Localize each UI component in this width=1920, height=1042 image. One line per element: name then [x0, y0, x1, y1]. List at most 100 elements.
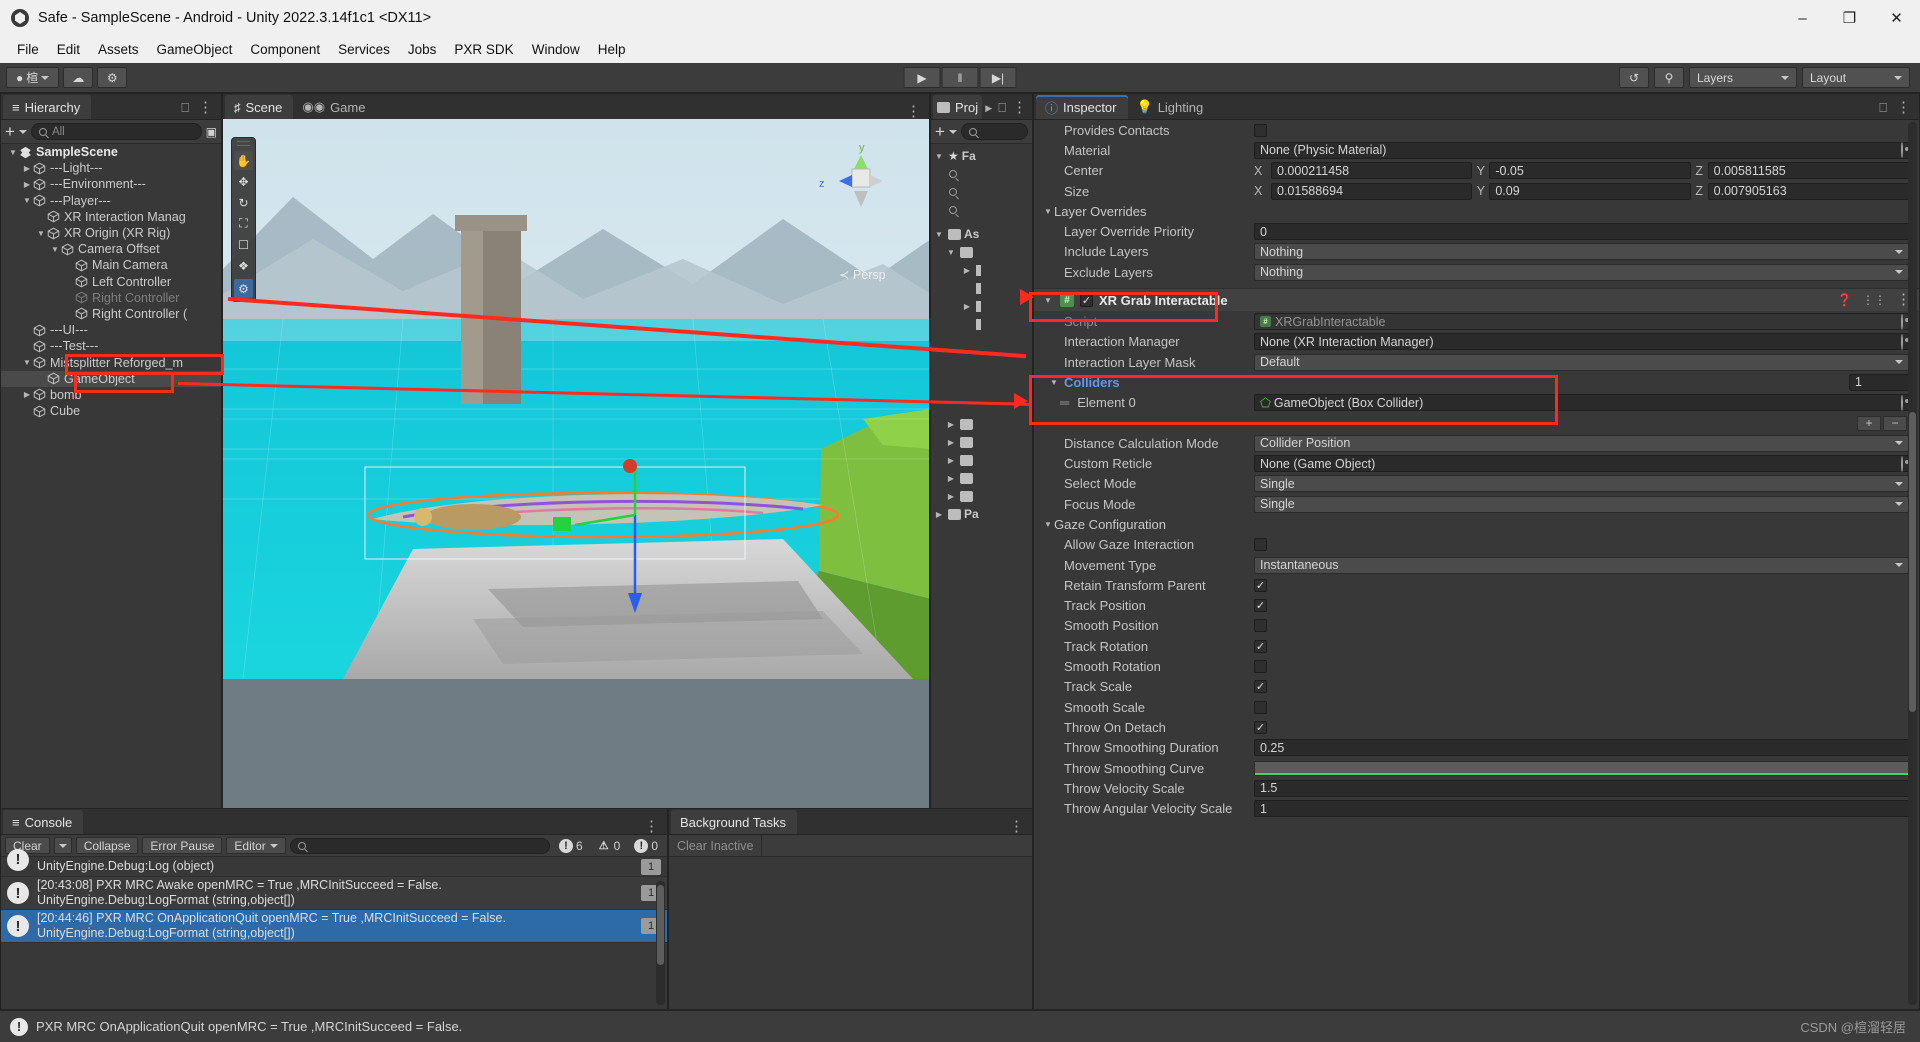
menu-item-file[interactable]: File: [8, 39, 48, 60]
overlay-drag-handle[interactable]: [237, 141, 250, 146]
account-button[interactable]: ● 楦: [6, 67, 60, 88]
layer-overrides-foldout[interactable]: ▼ Layer Overrides: [1034, 201, 1919, 221]
smooth-position-checkbox[interactable]: [1254, 619, 1267, 633]
project-subfolder[interactable]: [931, 315, 1032, 333]
chevron-right-icon[interactable]: ▶: [21, 390, 33, 399]
hierarchy-item-right-controller[interactable]: Right Controller: [1, 290, 221, 306]
layer-override-priority-input[interactable]: 0: [1254, 223, 1909, 241]
property-throw-velocity-scale[interactable]: Throw Velocity Scale 1.5: [1034, 778, 1919, 798]
property-layer-override-priority[interactable]: Layer Override Priority 0: [1034, 221, 1919, 241]
menu-item-window[interactable]: Window: [523, 39, 589, 60]
clear-inactive-button[interactable]: Clear Inactive: [669, 834, 763, 857]
menu-item-jobs[interactable]: Jobs: [399, 39, 446, 60]
info-count[interactable]: ! 0: [629, 838, 663, 853]
maximize-button[interactable]: ❐: [1826, 0, 1873, 36]
hierarchy-item-bomb[interactable]: ▶ bomb: [1, 387, 221, 403]
menu-item-pxr-sdk[interactable]: PXR SDK: [445, 39, 522, 60]
distance-calculation-mode-dropdown[interactable]: Collider Position: [1254, 434, 1909, 452]
retain-transform-parent-checkbox[interactable]: ✓: [1254, 578, 1267, 592]
center-y-input[interactable]: -0.05: [1489, 162, 1691, 180]
project-subfolder[interactable]: ▼: [931, 243, 1032, 261]
scale-tool-icon[interactable]: ⛶: [234, 214, 253, 233]
cloud-button[interactable]: ☁: [63, 67, 94, 88]
project-subfolder[interactable]: ▶: [931, 469, 1032, 487]
interaction-layer-mask-dropdown[interactable]: Default: [1254, 353, 1909, 371]
hierarchy-item-test[interactable]: ---Test---: [1, 338, 221, 354]
focus-mode-dropdown[interactable]: Single: [1254, 495, 1909, 513]
collapse-toggle[interactable]: Collapse: [75, 837, 139, 854]
smooth-scale-checkbox[interactable]: [1254, 700, 1267, 714]
search-icon[interactable]: ⚲: [1654, 67, 1684, 88]
tab-background-tasks[interactable]: Background Tasks: [671, 810, 797, 834]
throw-smoothing-curve-curve-field[interactable]: [1254, 760, 1909, 776]
property-material[interactable]: Material None (Physic Material): [1034, 140, 1919, 160]
hierarchy-filter-icon[interactable]: ▣: [206, 125, 217, 139]
hierarchy-item-xr-interaction-manag[interactable]: XR Interaction Manag: [1, 209, 221, 225]
center-z-input[interactable]: 0.005811585: [1707, 162, 1909, 180]
track-position-checkbox[interactable]: ✓: [1254, 599, 1267, 613]
property-interaction-layer-mask[interactable]: Interaction Layer Mask Default: [1034, 352, 1919, 372]
project-assets-row[interactable]: ▼ As: [931, 225, 1032, 243]
throw-velocity-scale-input[interactable]: 1.5: [1254, 779, 1909, 797]
tab-game[interactable]: ◉◉ Game: [293, 95, 377, 119]
hierarchy-item-main-camera[interactable]: Main Camera: [1, 257, 221, 273]
window-controls[interactable]: – ❐ ✕: [1779, 0, 1920, 36]
size-x-input[interactable]: 0.01588694: [1271, 182, 1473, 200]
project-subfolder[interactable]: ▶: [931, 433, 1032, 451]
menu-item-services[interactable]: Services: [329, 39, 399, 60]
menu-item-component[interactable]: Component: [241, 39, 329, 60]
project-subfolder[interactable]: ▶: [931, 297, 1032, 315]
track-scale-checkbox[interactable]: ✓: [1254, 680, 1267, 694]
colliders-count-input[interactable]: 1: [1849, 373, 1909, 391]
hierarchy-item-camera-offset[interactable]: ▼ Camera Offset: [1, 241, 221, 257]
chevron-down-icon[interactable]: [18, 129, 27, 134]
property-track-rotation[interactable]: Track Rotation ✓: [1034, 636, 1919, 656]
clear-dropdown[interactable]: [53, 837, 72, 854]
lock-icon[interactable]: ⎕: [181, 100, 189, 116]
project-subfolder[interactable]: ▶: [931, 451, 1032, 469]
material-object-field[interactable]: None (Physic Material): [1254, 141, 1909, 159]
chevron-right-icon[interactable]: ▶: [985, 103, 992, 114]
project-subfolder[interactable]: [931, 279, 1032, 297]
project-subfolder[interactable]: ▶: [931, 261, 1032, 279]
layout-dropdown[interactable]: Layout: [1802, 67, 1910, 88]
property-interaction-manager[interactable]: Interaction Manager None (XR Interaction…: [1034, 332, 1919, 352]
console-menu-icon[interactable]: ⋮: [644, 819, 659, 834]
custom-reticle-object-field[interactable]: None (Game Object): [1254, 455, 1909, 473]
hierarchy-item-xr-origin-xr-rig[interactable]: ▼ XR Origin (XR Rig): [1, 225, 221, 241]
property-provides-contacts[interactable]: Provides Contacts: [1034, 120, 1919, 140]
hierarchy-item-cube[interactable]: Cube: [1, 403, 221, 419]
inspector-scrollbar[interactable]: [1908, 122, 1917, 1005]
error-pause-toggle[interactable]: Error Pause: [142, 837, 223, 854]
custom-tool-icon[interactable]: ⚙: [234, 279, 253, 298]
lock-icon[interactable]: ⎕: [1879, 100, 1887, 116]
editor-dropdown[interactable]: Editor: [226, 837, 286, 854]
console-scrollbar[interactable]: [656, 881, 665, 1005]
property-smooth-rotation[interactable]: Smooth Rotation: [1034, 656, 1919, 676]
undo-history-icon[interactable]: ↺: [1619, 67, 1649, 88]
saved-search-2[interactable]: [931, 183, 1032, 201]
hierarchy-item-environment[interactable]: ▶ ---Environment---: [1, 176, 221, 192]
property-smooth-position[interactable]: Smooth Position: [1034, 616, 1919, 636]
error-count[interactable]: ! 6: [554, 838, 588, 853]
console-log-entry[interactable]: ! [20:43:08] PXR MRC Awake openMRC = True…: [1, 877, 667, 910]
hierarchy-item-mistsplitter-reforged-m[interactable]: ▼ Mistsplitter Reforged_m: [1, 354, 221, 370]
remove-collider-button[interactable]: −: [1883, 415, 1907, 431]
menu-item-gameobject[interactable]: GameObject: [148, 39, 242, 60]
property-movement-type[interactable]: Movement Type Instantaneous: [1034, 555, 1919, 575]
project-search-input[interactable]: [960, 123, 1028, 140]
menu-item-edit[interactable]: Edit: [48, 39, 89, 60]
play-button[interactable]: ▶: [903, 67, 941, 88]
add-gameobject-button[interactable]: +: [5, 123, 15, 140]
movement-type-dropdown[interactable]: Instantaneous: [1254, 556, 1909, 574]
hierarchy-item-gameobject[interactable]: GameObject: [1, 370, 221, 387]
element-0-object-field[interactable]: ⬠ GameObject (Box Collider): [1254, 394, 1909, 412]
saved-search-3[interactable]: [931, 201, 1032, 219]
object-picker-icon[interactable]: [1901, 142, 1903, 159]
editor-settings-button[interactable]: ⚙: [97, 67, 128, 88]
property-custom-reticle[interactable]: Custom Reticle None (Game Object): [1034, 453, 1919, 473]
console-search-input[interactable]: [289, 837, 550, 854]
property-throw-smoothing-curve[interactable]: Throw Smoothing Curve: [1034, 758, 1919, 778]
tab-lighting[interactable]: 💡 Lighting: [1127, 95, 1215, 119]
chevron-down-icon[interactable]: ▼: [21, 196, 33, 205]
